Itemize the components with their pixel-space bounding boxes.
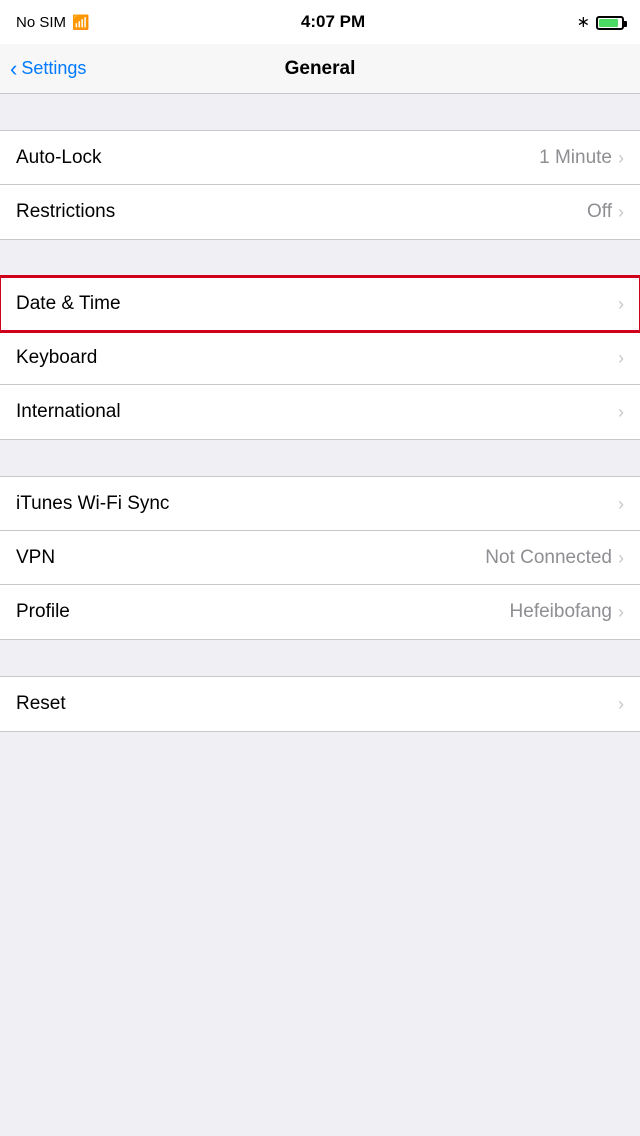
reset-row[interactable]: Reset › (0, 677, 640, 731)
auto-lock-right: 1 Minute › (539, 147, 624, 169)
reset-right: › (618, 695, 624, 713)
page-title: General (285, 58, 356, 80)
status-bar: No SIM 📶 4:07 PM ∗ (0, 0, 640, 44)
itunes-wifi-sync-right: › (618, 495, 624, 513)
auto-lock-label: Auto-Lock (16, 147, 102, 169)
settings-group-2: Date & Time › Keyboard › International › (0, 276, 640, 440)
vpn-row[interactable]: VPN Not Connected › (0, 531, 640, 585)
vpn-label: VPN (16, 547, 55, 569)
status-left: No SIM 📶 (16, 14, 89, 31)
back-label: Settings (21, 58, 86, 79)
profile-label: Profile (16, 601, 70, 623)
keyboard-row[interactable]: Keyboard › (0, 331, 640, 385)
keyboard-chevron-icon: › (618, 349, 624, 367)
international-right: › (618, 403, 624, 421)
battery-icon (596, 14, 624, 31)
section-gap-4 (0, 640, 640, 676)
itunes-wifi-sync-label: iTunes Wi-Fi Sync (16, 493, 169, 515)
profile-row[interactable]: Profile Hefeibofang › (0, 585, 640, 639)
settings-group-3: iTunes Wi-Fi Sync › VPN Not Connected › … (0, 476, 640, 640)
international-chevron-icon: › (618, 403, 624, 421)
vpn-value: Not Connected (485, 547, 612, 569)
carrier-label: No SIM (16, 14, 66, 31)
profile-chevron-icon: › (618, 603, 624, 621)
restrictions-right: Off › (587, 201, 624, 223)
nav-bar: ‹ Settings General (0, 44, 640, 94)
date-time-right: › (618, 295, 624, 313)
bluetooth-icon: ∗ (577, 12, 590, 32)
itunes-wifi-sync-chevron-icon: › (618, 495, 624, 513)
settings-group-1: Auto-Lock 1 Minute › Restrictions Off › (0, 130, 640, 240)
international-label: International (16, 401, 121, 423)
auto-lock-row[interactable]: Auto-Lock 1 Minute › (0, 131, 640, 185)
itunes-wifi-sync-row[interactable]: iTunes Wi-Fi Sync › (0, 477, 640, 531)
status-time: 4:07 PM (301, 12, 365, 32)
settings-group-4: Reset › (0, 676, 640, 732)
restrictions-chevron-icon: › (618, 203, 624, 221)
profile-value: Hefeibofang (510, 601, 612, 623)
date-time-chevron-icon: › (618, 295, 624, 313)
international-row[interactable]: International › (0, 385, 640, 439)
keyboard-label: Keyboard (16, 347, 97, 369)
reset-chevron-icon: › (618, 695, 624, 713)
auto-lock-chevron-icon: › (618, 149, 624, 167)
keyboard-right: › (618, 349, 624, 367)
reset-label: Reset (16, 693, 66, 715)
section-gap-top (0, 94, 640, 130)
restrictions-value: Off (587, 201, 612, 223)
vpn-right: Not Connected › (485, 547, 624, 569)
vpn-chevron-icon: › (618, 549, 624, 567)
section-gap-2 (0, 240, 640, 276)
auto-lock-value: 1 Minute (539, 147, 612, 169)
profile-right: Hefeibofang › (510, 601, 624, 623)
date-time-row[interactable]: Date & Time › (0, 277, 640, 331)
date-time-label: Date & Time (16, 293, 121, 315)
back-button[interactable]: ‹ Settings (10, 58, 86, 80)
wifi-icon: 📶 (72, 14, 89, 31)
status-right: ∗ (577, 12, 624, 32)
restrictions-row[interactable]: Restrictions Off › (0, 185, 640, 239)
restrictions-label: Restrictions (16, 201, 115, 223)
back-chevron-icon: ‹ (10, 58, 17, 80)
section-gap-3 (0, 440, 640, 476)
